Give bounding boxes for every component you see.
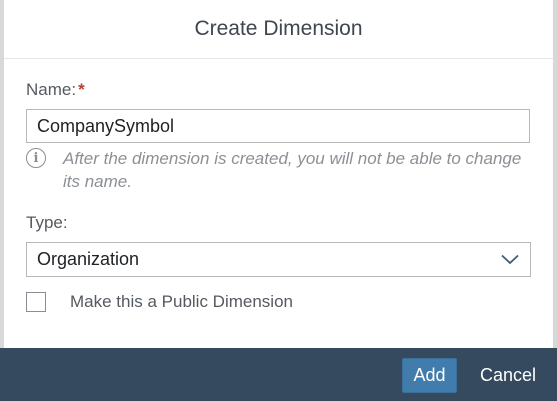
name-input[interactable]: CompanySymbol (26, 109, 530, 143)
name-label-row: Name: * (26, 80, 85, 100)
cancel-button[interactable]: Cancel (470, 358, 546, 393)
dialog-right-edge (553, 0, 557, 348)
dialog-footer: Add Cancel (0, 348, 557, 401)
add-button[interactable]: Add (402, 358, 457, 393)
dialog-title: Create Dimension (4, 0, 553, 59)
type-select-value: Organization (37, 249, 140, 269)
chevron-down-icon[interactable] (500, 253, 520, 267)
info-icon: i (26, 148, 46, 168)
type-label: Type: (26, 213, 68, 232)
info-text: After the dimension is created, you will… (63, 149, 522, 191)
public-dimension-checkbox[interactable] (26, 292, 46, 312)
dialog-body: Name: * CompanySymbol i After the dimensi… (4, 59, 553, 348)
name-info-message: i After the dimension is created, you wi… (26, 147, 536, 193)
public-dimension-label: Make this a Public Dimension (70, 292, 293, 311)
name-input-value: CompanySymbol (37, 115, 175, 136)
type-select[interactable]: Organization (26, 242, 531, 277)
required-marker: * (78, 80, 85, 99)
name-label: Name: (26, 80, 77, 99)
create-dimension-dialog: Create Dimension Name: * CompanySymbol i … (0, 0, 557, 401)
public-dimension-option[interactable]: Make this a Public Dimension (26, 292, 293, 312)
